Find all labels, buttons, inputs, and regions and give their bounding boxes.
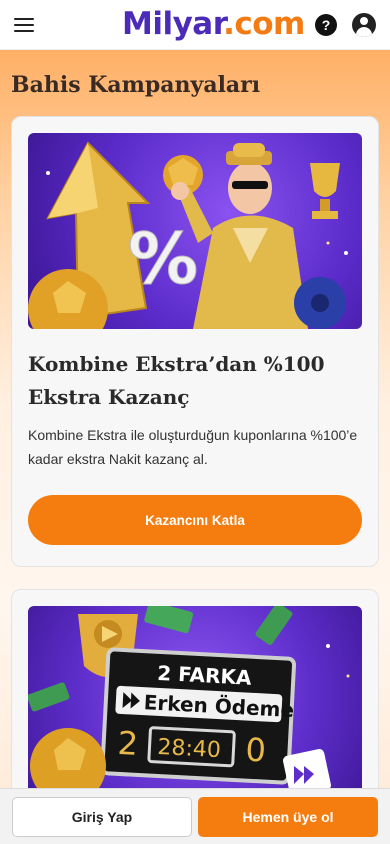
help-icon[interactable]: ? (315, 14, 337, 36)
bottom-action-bar: Giriş Yap Hemen üye ol (0, 788, 390, 844)
page-root: Milyar.com ? Bahis Kampanyaları % Kombin… (0, 0, 390, 844)
percent-symbol: % (128, 218, 198, 300)
brand-logo[interactable]: Milyar.com (122, 6, 305, 42)
logo-text-domain: .com (223, 6, 305, 42)
score-home: 2 (117, 724, 139, 763)
page-title: Bahis Kampanyaları (11, 72, 261, 98)
user-account-icon[interactable] (352, 13, 376, 37)
login-button[interactable]: Giriş Yap (12, 797, 192, 837)
campaign-description: Kombine Ekstra ile oluşturduğun kuponlar… (28, 427, 358, 467)
scoreboard-headline: 2 FARKA (157, 661, 253, 690)
logo-text-main: Milyar (122, 6, 224, 42)
hamburger-menu-icon[interactable] (14, 14, 38, 36)
top-header: Milyar.com ? (0, 0, 390, 50)
match-clock: 28:40 (157, 735, 222, 763)
score-away: 0 (245, 731, 267, 770)
campaign-card: % Kombine Ekstra’dan %100 Ekstra Kazanç … (11, 116, 379, 567)
register-button[interactable]: Hemen üye ol (198, 797, 378, 837)
campaign-title: Kombine Ekstra’dan %100 Ekstra Kazanç (28, 352, 325, 409)
campaign-banner-image[interactable]: % (28, 133, 362, 329)
double-winnings-button[interactable]: Kazancını Katla (28, 495, 362, 545)
